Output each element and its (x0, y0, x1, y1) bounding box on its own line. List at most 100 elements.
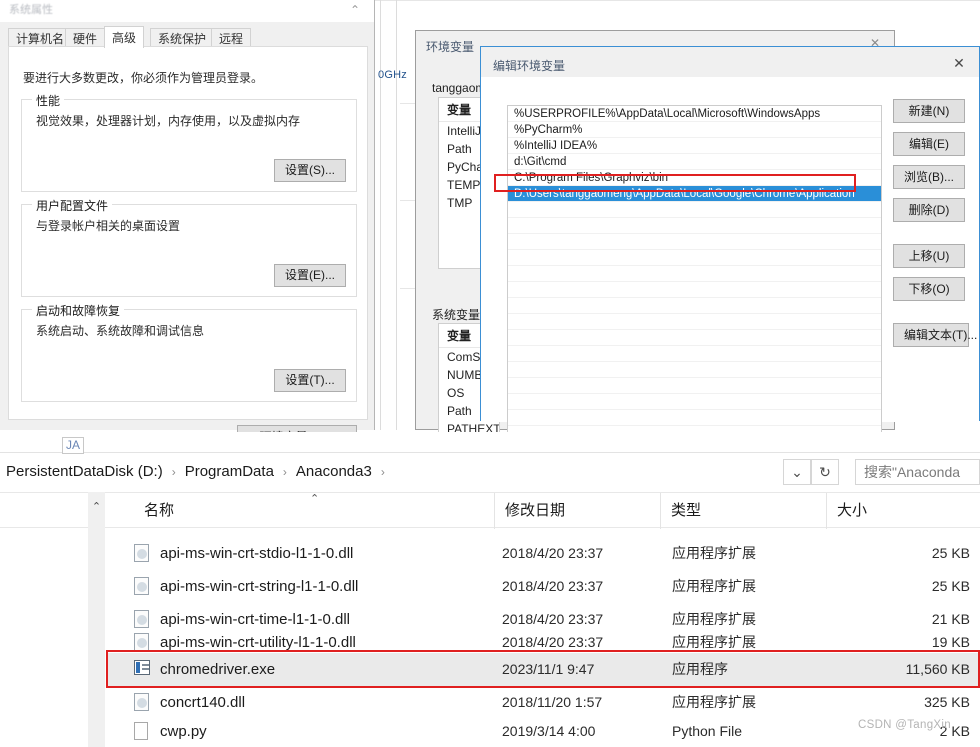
background-cpu-text: 0GHz (378, 69, 407, 81)
system-properties-window: 系统属性 ⌃ 计算机名 硬件 高级 系统保护 远程 要进行大多数更改，你必须作为… (0, 0, 375, 450)
user-profiles-group-text: 与登录帐户相关的桌面设置 (36, 219, 181, 233)
file-name: chromedriver.exe (160, 661, 276, 678)
file-type: 应用程序扩展 (672, 545, 756, 561)
python-file-icon (134, 722, 151, 741)
performance-group-title: 性能 (32, 92, 65, 109)
edit-environment-variable-dialog: 编辑环境变量 ✕ %USERPROFILE%\AppData\Local\Mic… (480, 46, 980, 445)
path-entry-row-selected[interactable]: D:\Users\tanggaomeng\AppData\Local\Googl… (508, 186, 881, 202)
advanced-tab-panel: 要进行大多数更改，你必须作为管理员登录。 性能 视觉效果，处理器计划，内存使用，… (8, 46, 368, 450)
breadcrumb[interactable]: PersistentDataDisk (D:) › ProgramData › Anac… (6, 456, 394, 488)
dll-icon (134, 544, 151, 563)
column-header-type[interactable]: 类型 (660, 493, 826, 529)
column-header-date-modified[interactable]: 修改日期 (494, 493, 660, 529)
move-down-button[interactable]: 下移(O) (893, 277, 965, 301)
file-date: 2023/11/1 9:47 (502, 661, 595, 677)
user-profiles-group-title: 用户配置文件 (32, 197, 113, 214)
file-type: 应用程序扩展 (672, 578, 756, 594)
file-date: 2018/4/20 23:37 (502, 545, 604, 561)
new-button[interactable]: 新建(N) (893, 99, 965, 123)
file-size: 25 KB (931, 545, 970, 561)
breadcrumb-separator: › (171, 465, 176, 479)
file-date: 2018/4/20 23:37 (502, 578, 604, 594)
startup-recovery-group: 启动和故障恢复 系统启动、系统故障和调试信息 设置(T)... (21, 302, 357, 402)
path-entry-row[interactable]: C:\Program Files\Graphviz\bin (508, 170, 881, 186)
table-row[interactable]: api-ms-win-crt-string-l1-1-0.dll 2018/4/… (106, 570, 980, 603)
path-entry-row-empty[interactable] (508, 202, 881, 218)
path-entry-row-empty[interactable] (508, 234, 881, 250)
path-entry-row-empty[interactable] (508, 282, 881, 298)
browse-button[interactable]: 浏览(B)... (893, 165, 965, 189)
environment-variables-title: 环境变量 (426, 40, 475, 54)
chevron-up-icon[interactable]: ⌃ (90, 500, 103, 513)
edit-dialog-button-column: 新建(N) 编辑(E) 浏览(B)... 删除(D) 上移(U) 下移(O) 编… (893, 99, 977, 356)
navigation-pane-scrollbar[interactable] (88, 492, 105, 747)
file-name: api-ms-win-crt-stdio-l1-1-0.dll (160, 545, 354, 562)
tab-advanced[interactable]: 高级 (104, 26, 145, 48)
search-input[interactable]: 搜索"Anaconda (855, 459, 980, 485)
path-entry-row[interactable]: %USERPROFILE%\AppData\Local\Microsoft\Wi… (508, 106, 881, 122)
performance-group-text: 视觉效果，处理器计划，内存使用，以及虚拟内存 (36, 114, 301, 128)
path-entry-row[interactable]: d:\Git\cmd (508, 154, 881, 170)
performance-group: 性能 视觉效果，处理器计划，内存使用，以及虚拟内存 设置(S)... (21, 92, 357, 192)
refresh-icon[interactable]: ↻ (811, 459, 839, 485)
sort-ascending-icon: ⌃ (310, 493, 320, 505)
system-properties-titlebar: 系统属性 ⌃ (0, 0, 374, 22)
user-profiles-group: 用户配置文件 与登录帐户相关的桌面设置 设置(E)... (21, 197, 357, 297)
path-entry-row-empty[interactable] (508, 250, 881, 266)
path-entry-row[interactable]: %IntelliJ IDEA% (508, 138, 881, 154)
move-up-button[interactable]: 上移(U) (893, 244, 965, 268)
column-header-row: 名称 修改日期 类型 大小 (0, 492, 980, 529)
path-entry-row-empty[interactable] (508, 218, 881, 234)
path-entry-row-empty[interactable] (508, 346, 881, 362)
exe-icon (134, 660, 151, 679)
table-row[interactable]: api-ms-win-crt-stdio-l1-1-0.dll 2018/4/2… (106, 537, 980, 570)
watermark: CSDN @TangXin (858, 719, 951, 731)
path-entry-row-empty[interactable] (508, 362, 881, 378)
tab-remote[interactable]: 远程 (211, 28, 252, 47)
tab-computer-name[interactable]: 计算机名 (8, 28, 73, 47)
edit-dialog-title: 编辑环境变量 (493, 59, 566, 73)
file-size: 25 KB (931, 578, 970, 594)
path-entries-list[interactable]: %USERPROFILE%\AppData\Local\Microsoft\Wi… (507, 105, 882, 445)
breadcrumb-item-programdata[interactable]: ProgramData (185, 463, 274, 480)
user-profiles-settings-button[interactable]: 设置(E)... (274, 264, 346, 287)
tab-bar: 计算机名 硬件 高级 系统保护 远程 (8, 26, 368, 48)
table-row[interactable]: cwp.py 2019/3/14 4:00 Python File 2 KB (106, 715, 980, 747)
dll-icon (134, 633, 151, 652)
table-row-selected[interactable]: chromedriver.exe 2023/11/1 9:47 应用程序 11,… (106, 653, 980, 686)
screenshot-root: 0GHz 系统属性 ⌃ 计算机名 硬件 高级 系统保护 远程 要进行大多数更改，… (0, 0, 980, 747)
tab-hardware[interactable]: 硬件 (65, 28, 106, 47)
path-entry-row-empty[interactable] (508, 394, 881, 410)
breadcrumb-separator: › (282, 465, 287, 479)
file-name: cwp.py (160, 723, 207, 740)
tab-system-protection[interactable]: 系统保护 (150, 28, 215, 47)
path-entry-row-empty[interactable] (508, 266, 881, 282)
edit-text-button[interactable]: 编辑文本(T)... (893, 323, 977, 347)
system-properties-body: 计算机名 硬件 高级 系统保护 远程 要进行大多数更改，你必须作为管理员登录。 … (0, 22, 374, 450)
edit-button[interactable]: 编辑(E) (893, 132, 965, 156)
startup-recovery-settings-button[interactable]: 设置(T)... (274, 369, 346, 392)
file-type: Python File (672, 723, 743, 739)
breadcrumb-separator: › (380, 465, 385, 479)
address-bar[interactable]: PersistentDataDisk (D:) › ProgramData › Anac… (0, 456, 980, 488)
column-header-size[interactable]: 大小 (826, 493, 980, 529)
dll-icon (134, 693, 151, 712)
chevron-down-icon[interactable]: ⌄ (783, 459, 811, 485)
startup-recovery-group-text: 系统启动、系统故障和调试信息 (36, 324, 205, 338)
startup-recovery-group-title: 启动和故障恢复 (32, 302, 125, 319)
path-entry-row-empty[interactable] (508, 330, 881, 346)
path-entry-row-empty[interactable] (508, 378, 881, 394)
close-icon[interactable]: ✕ (945, 53, 973, 73)
path-entry-row[interactable]: %PyCharm% (508, 122, 881, 138)
system-properties-title: 系统属性 (9, 4, 53, 16)
close-icon[interactable]: ⌃ (342, 1, 368, 19)
path-entry-row-empty[interactable] (508, 314, 881, 330)
performance-settings-button[interactable]: 设置(S)... (274, 159, 346, 182)
breadcrumb-item-anaconda3[interactable]: Anaconda3 (296, 463, 372, 480)
admin-hint-text: 要进行大多数更改，你必须作为管理员登录。 (23, 71, 264, 85)
path-entry-row-empty[interactable] (508, 298, 881, 314)
ime-indicator: JA (62, 437, 85, 454)
breadcrumb-item-drive[interactable]: PersistentDataDisk (D:) (6, 463, 163, 480)
delete-button[interactable]: 删除(D) (893, 198, 965, 222)
path-entry-row-empty[interactable] (508, 410, 881, 426)
